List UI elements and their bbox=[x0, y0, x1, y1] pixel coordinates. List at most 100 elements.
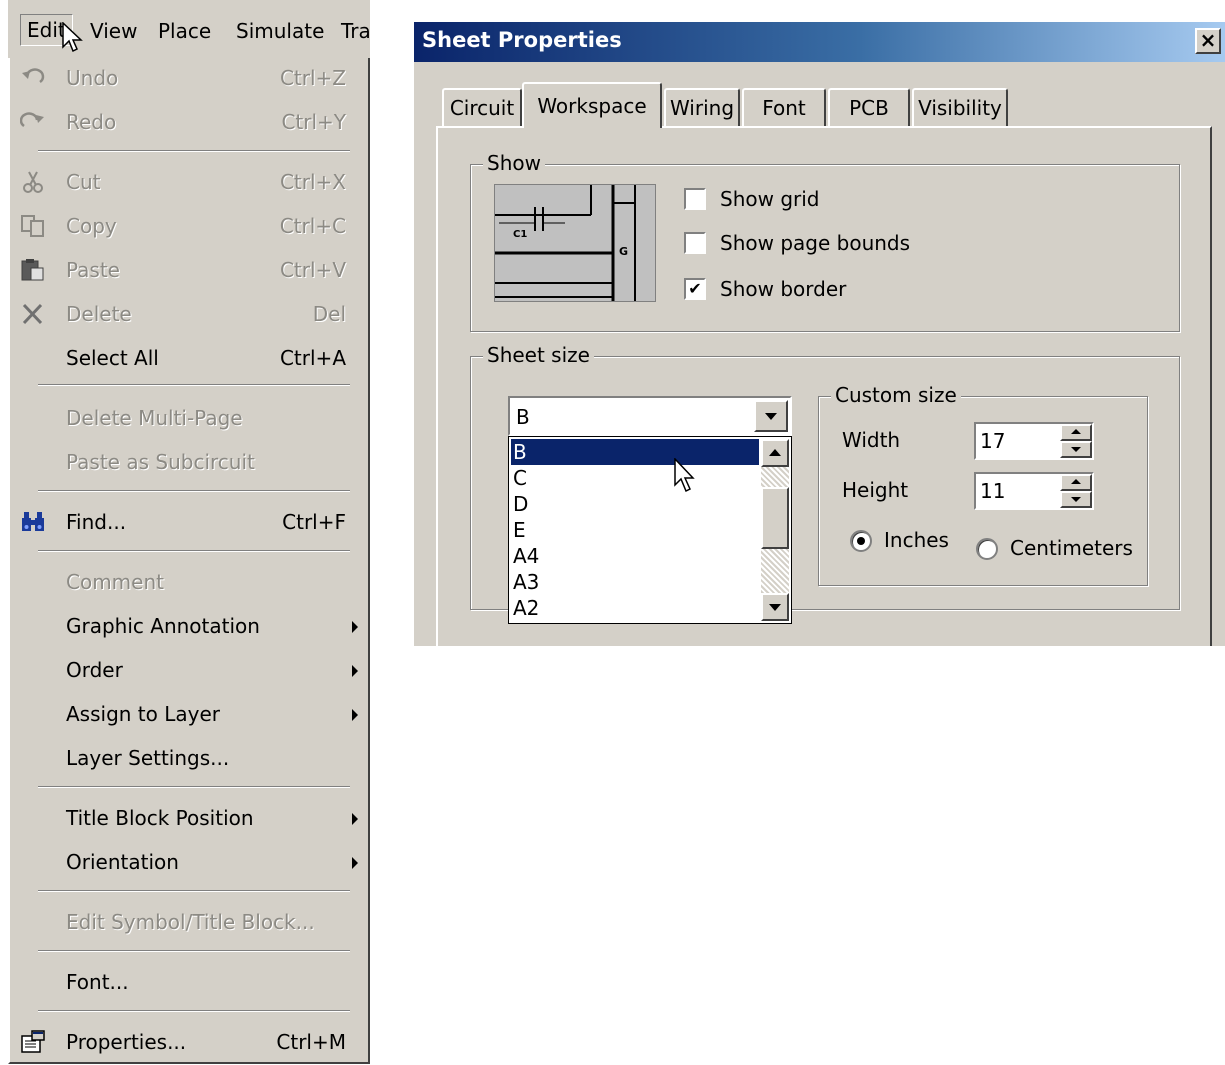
menu-simulate[interactable]: Simulate bbox=[236, 16, 324, 46]
menu-item-edit-symbol-title-block[interactable]: Edit Symbol/Title Block... bbox=[10, 902, 366, 942]
list-item[interactable]: A4 bbox=[511, 543, 759, 569]
chevron-down-icon bbox=[1071, 497, 1081, 502]
dialog-title-bar[interactable]: Sheet Properties × bbox=[414, 22, 1225, 62]
height-label: Height bbox=[842, 478, 909, 502]
radio-selected-dot bbox=[857, 537, 865, 545]
list-item[interactable]: A2 bbox=[511, 595, 759, 621]
menu-view[interactable]: View bbox=[90, 16, 137, 46]
menu-item-redo[interactable]: Redo Ctrl+Y bbox=[10, 102, 366, 142]
font-label: Font... bbox=[66, 970, 129, 994]
menu-item-cut[interactable]: Cut Ctrl+X bbox=[10, 162, 366, 202]
orientation-label: Orientation bbox=[66, 850, 179, 874]
properties-shortcut: Ctrl+M bbox=[276, 1030, 346, 1054]
preview-c1-label: C1 bbox=[513, 229, 527, 240]
properties-icon bbox=[21, 1030, 45, 1053]
dropdown-button[interactable] bbox=[754, 400, 788, 432]
menu-item-paste-as-subcircuit[interactable]: Paste as Subcircuit bbox=[10, 442, 366, 482]
listbox-scrollbar[interactable] bbox=[761, 439, 789, 621]
list-item[interactable]: A3 bbox=[511, 569, 759, 595]
menu-place[interactable]: Place bbox=[158, 16, 211, 46]
sheet-size-select[interactable]: B bbox=[508, 396, 792, 436]
height-spinbox[interactable]: 11 bbox=[974, 472, 1094, 510]
height-spin-down[interactable] bbox=[1060, 491, 1092, 508]
menu-item-delete[interactable]: Delete Del bbox=[10, 294, 366, 334]
width-spinbox[interactable]: 17 bbox=[974, 422, 1094, 460]
comment-label: Comment bbox=[66, 570, 164, 594]
graphic-annotation-label: Graphic Annotation bbox=[66, 614, 260, 638]
dialog-title: Sheet Properties bbox=[422, 28, 622, 52]
redo-icon bbox=[20, 112, 44, 128]
inches-label: Inches bbox=[884, 528, 949, 552]
delete-x-icon bbox=[22, 303, 43, 325]
menu-item-select-all[interactable]: Select All Ctrl+A bbox=[10, 338, 366, 378]
sheet-properties-dialog: Sheet Properties × Circuit Workspace Wir… bbox=[414, 22, 1225, 646]
scroll-thumb[interactable] bbox=[761, 487, 789, 549]
tab-workspace[interactable]: Workspace bbox=[522, 82, 662, 128]
submenu-arrow-icon bbox=[352, 621, 358, 633]
scroll-up-button[interactable] bbox=[761, 439, 789, 467]
scissors-icon bbox=[23, 171, 43, 193]
list-item[interactable]: B bbox=[511, 439, 759, 465]
submenu-arrow-icon bbox=[352, 857, 358, 869]
binoculars-icon bbox=[22, 512, 44, 531]
custom-size-title: Custom size bbox=[831, 383, 961, 407]
sheet-size-listbox[interactable]: B C D E A4 A3 A2 bbox=[508, 436, 792, 624]
select-all-shortcut: Ctrl+A bbox=[279, 346, 346, 370]
properties-label: Properties... bbox=[66, 1030, 187, 1054]
show-page-bounds-label: Show page bounds bbox=[720, 231, 911, 255]
list-item[interactable]: C bbox=[511, 465, 759, 491]
menu-item-copy[interactable]: Copy Ctrl+C bbox=[10, 206, 366, 246]
menu-item-assign-to-layer[interactable]: Assign to Layer bbox=[10, 694, 366, 734]
checkmark-icon[interactable]: ✔ bbox=[684, 278, 706, 300]
list-item[interactable]: D bbox=[511, 491, 759, 517]
menu-item-title-block-position[interactable]: Title Block Position bbox=[10, 798, 366, 838]
copy-shortcut: Ctrl+C bbox=[279, 214, 346, 238]
menu-item-orientation[interactable]: Orientation bbox=[10, 842, 366, 882]
chevron-down-icon bbox=[769, 604, 781, 611]
edit-symbol-label: Edit Symbol/Title Block... bbox=[66, 910, 315, 934]
undo-label: Undo bbox=[66, 66, 119, 90]
scroll-down-button[interactable] bbox=[761, 593, 789, 621]
list-item[interactable]: E bbox=[511, 517, 759, 543]
edit-menu-dropdown: Undo Ctrl+Z Redo Ctrl+Y Cut Ctrl+X Copy … bbox=[8, 58, 370, 1064]
layer-settings-label: Layer Settings... bbox=[66, 746, 230, 770]
tab-wiring[interactable]: Wiring bbox=[664, 88, 740, 126]
find-label: Find... bbox=[66, 510, 127, 534]
menu-item-graphic-annotation[interactable]: Graphic Annotation bbox=[10, 606, 366, 646]
delete-multi-page-label: Delete Multi-Page bbox=[66, 406, 243, 430]
menu-item-properties[interactable]: Properties... Ctrl+M bbox=[10, 1022, 366, 1062]
tab-font[interactable]: Font bbox=[742, 88, 826, 126]
menu-item-layer-settings[interactable]: Layer Settings... bbox=[10, 738, 366, 778]
menu-separator bbox=[38, 384, 350, 386]
inches-radio[interactable] bbox=[850, 530, 872, 552]
menu-item-delete-multi-page[interactable]: Delete Multi-Page bbox=[10, 398, 366, 438]
width-spin-down[interactable] bbox=[1060, 441, 1092, 458]
menu-separator bbox=[38, 950, 350, 952]
delete-label: Delete bbox=[66, 302, 132, 326]
menu-item-font[interactable]: Font... bbox=[10, 962, 366, 1002]
menu-item-find[interactable]: Find... Ctrl+F bbox=[10, 502, 366, 542]
submenu-arrow-icon bbox=[352, 665, 358, 677]
menu-item-comment[interactable]: Comment bbox=[10, 562, 366, 602]
close-button[interactable]: × bbox=[1195, 28, 1221, 54]
height-spin-up[interactable] bbox=[1060, 474, 1092, 491]
show-page-bounds-box[interactable] bbox=[684, 232, 706, 254]
chevron-up-icon bbox=[1071, 429, 1081, 434]
tab-circuit[interactable]: Circuit bbox=[442, 88, 522, 126]
assign-to-layer-label: Assign to Layer bbox=[66, 702, 221, 726]
width-label: Width bbox=[842, 428, 901, 452]
menu-item-undo[interactable]: Undo Ctrl+Z bbox=[10, 58, 366, 98]
show-grid-label: Show grid bbox=[720, 187, 820, 211]
tab-visibility[interactable]: Visibility bbox=[912, 88, 1008, 126]
chevron-up-icon bbox=[769, 449, 781, 456]
centimeters-radio[interactable] bbox=[976, 538, 998, 560]
width-spin-up[interactable] bbox=[1060, 424, 1092, 441]
menu-transfer[interactable]: Tra bbox=[341, 16, 370, 46]
menu-item-order[interactable]: Order bbox=[10, 650, 366, 690]
chevron-down-icon bbox=[1071, 447, 1081, 452]
menu-item-paste[interactable]: Paste Ctrl+V bbox=[10, 250, 366, 290]
tab-pcb[interactable]: PCB bbox=[828, 88, 910, 126]
menu-separator bbox=[38, 150, 350, 152]
show-grid-box[interactable] bbox=[684, 188, 706, 210]
mouse-cursor-icon bbox=[62, 22, 83, 53]
